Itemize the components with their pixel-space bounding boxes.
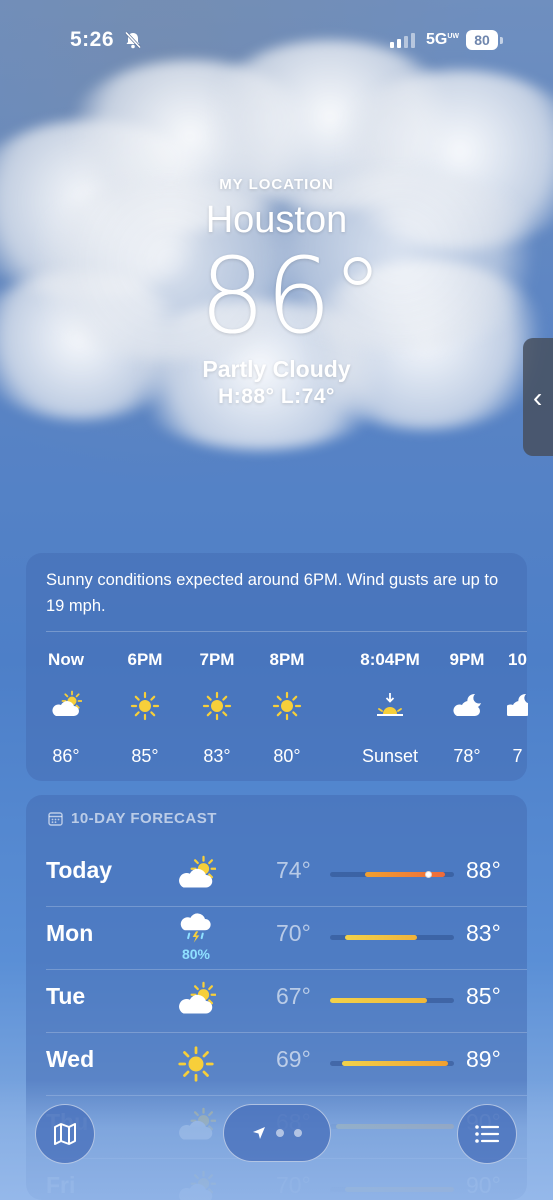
- partly-cloudy-night-icon: [451, 690, 483, 722]
- partly-cloudy-icon: [176, 981, 217, 1021]
- temperature-range-fill: [330, 998, 427, 1003]
- city-list-button[interactable]: [457, 1104, 517, 1164]
- sun-icon: [271, 690, 303, 722]
- battery-icon: 80: [466, 30, 498, 50]
- hour-value: 7: [512, 746, 523, 766]
- high-temp: 85°: [466, 983, 501, 1009]
- side-panel-handle[interactable]: ‹: [523, 338, 553, 456]
- page-indicator[interactable]: [223, 1104, 331, 1162]
- forecast-row[interactable]: Tue 67° 85°: [26, 969, 527, 1032]
- hourly-item: 8PM 80°: [264, 650, 310, 770]
- precipitation-chance: 80%: [181, 946, 211, 962]
- hour-value: 86°: [52, 746, 80, 766]
- high-temp: 88°: [466, 857, 501, 883]
- high-temp: 89°: [466, 1046, 501, 1072]
- low-temp: 69°: [276, 1046, 311, 1072]
- temperature-range-fill: [344, 935, 417, 940]
- silent-bell-icon: [124, 31, 142, 49]
- status-time: 5:26: [70, 28, 115, 51]
- forecast-title: 10-DAY FORECAST: [48, 810, 217, 827]
- list-icon: [475, 1125, 500, 1143]
- signal-icon: [390, 33, 415, 48]
- low-temp: 70°: [276, 920, 311, 946]
- forecast-row[interactable]: Mon 80% 70° 83°: [26, 906, 527, 969]
- sunset-icon: [374, 690, 406, 722]
- hour-label: Now: [48, 650, 84, 669]
- calendar-icon: [48, 812, 63, 826]
- hourly-item: 7PM 83°: [194, 650, 240, 770]
- hour-value: 83°: [203, 746, 231, 766]
- sun-icon: [129, 690, 161, 722]
- network-label: 5GUW: [426, 31, 460, 48]
- temperature-range-fill: [364, 872, 446, 877]
- hourly-forecast-card[interactable]: Sunny conditions expected around 6PM. Wi…: [26, 553, 528, 781]
- partly-cloudy-night-icon: [507, 690, 528, 722]
- partly-cloudy-icon: [176, 855, 217, 895]
- chevron-left-icon: ‹: [533, 382, 543, 413]
- forecast-summary: Sunny conditions expected around 6PM. Wi…: [46, 571, 499, 615]
- location-arrow-icon: [253, 1127, 265, 1139]
- thunderstorm-icon: [178, 910, 218, 950]
- status-bar: 5:26 5GUW 80: [0, 0, 553, 84]
- condition-text: Partly Cloudy: [202, 356, 351, 382]
- current-temperature: 86°: [199, 235, 384, 357]
- map-icon: [54, 1123, 76, 1145]
- hourly-item: Now 86°: [46, 650, 86, 770]
- hour-label: 8PM: [269, 650, 305, 669]
- page-dot: [294, 1129, 302, 1137]
- forecast-day: Wed: [46, 1046, 95, 1072]
- hour-value: 78°: [453, 746, 481, 766]
- partly-cloudy-icon: [50, 690, 83, 722]
- divider: [46, 631, 527, 632]
- hourly-item: 8:04PM Sunset: [342, 650, 438, 770]
- battery-tip: [500, 37, 503, 44]
- map-button[interactable]: [35, 1104, 95, 1164]
- current-weather-header: MY LOCATION Houston 86° Partly Cloudy H:…: [0, 176, 553, 409]
- hour-label: 6PM: [127, 650, 163, 669]
- low-temp: 74°: [276, 857, 311, 883]
- hourly-item: 9PM 78°: [444, 650, 490, 770]
- low-temp: 67°: [276, 983, 311, 1009]
- high-temp: 83°: [466, 920, 501, 946]
- forecast-row[interactable]: Today 74° 88°: [26, 843, 527, 906]
- page-dot: [276, 1129, 284, 1137]
- sun-icon: [176, 1044, 216, 1084]
- hour-value: 85°: [131, 746, 159, 766]
- hour-label: 7PM: [199, 650, 235, 669]
- temperature-range-bar: [330, 935, 454, 940]
- sun-icon: [201, 690, 233, 722]
- temperature-range-bar: [330, 871, 454, 878]
- hourly-item: 6PM 85°: [122, 650, 168, 770]
- hour-label: 10: [508, 650, 527, 669]
- forecast-day: Mon: [46, 920, 94, 946]
- hourly-item: 10 7: [507, 650, 528, 770]
- high-low-text: H:88° L:74°: [218, 385, 335, 408]
- hour-value: Sunset: [361, 746, 419, 766]
- forecast-day: Today: [46, 857, 113, 883]
- temperature-range-bar: [330, 1061, 454, 1066]
- hour-label: 8:04PM: [360, 650, 420, 669]
- hour-label: 9PM: [449, 650, 485, 669]
- hour-value: 80°: [273, 746, 301, 766]
- current-temp-marker: [424, 871, 432, 878]
- location-label: MY LOCATION: [219, 176, 334, 193]
- forecast-day: Tue: [46, 983, 86, 1009]
- temperature-range-bar: [330, 998, 454, 1003]
- temperature-range-fill: [342, 1061, 448, 1066]
